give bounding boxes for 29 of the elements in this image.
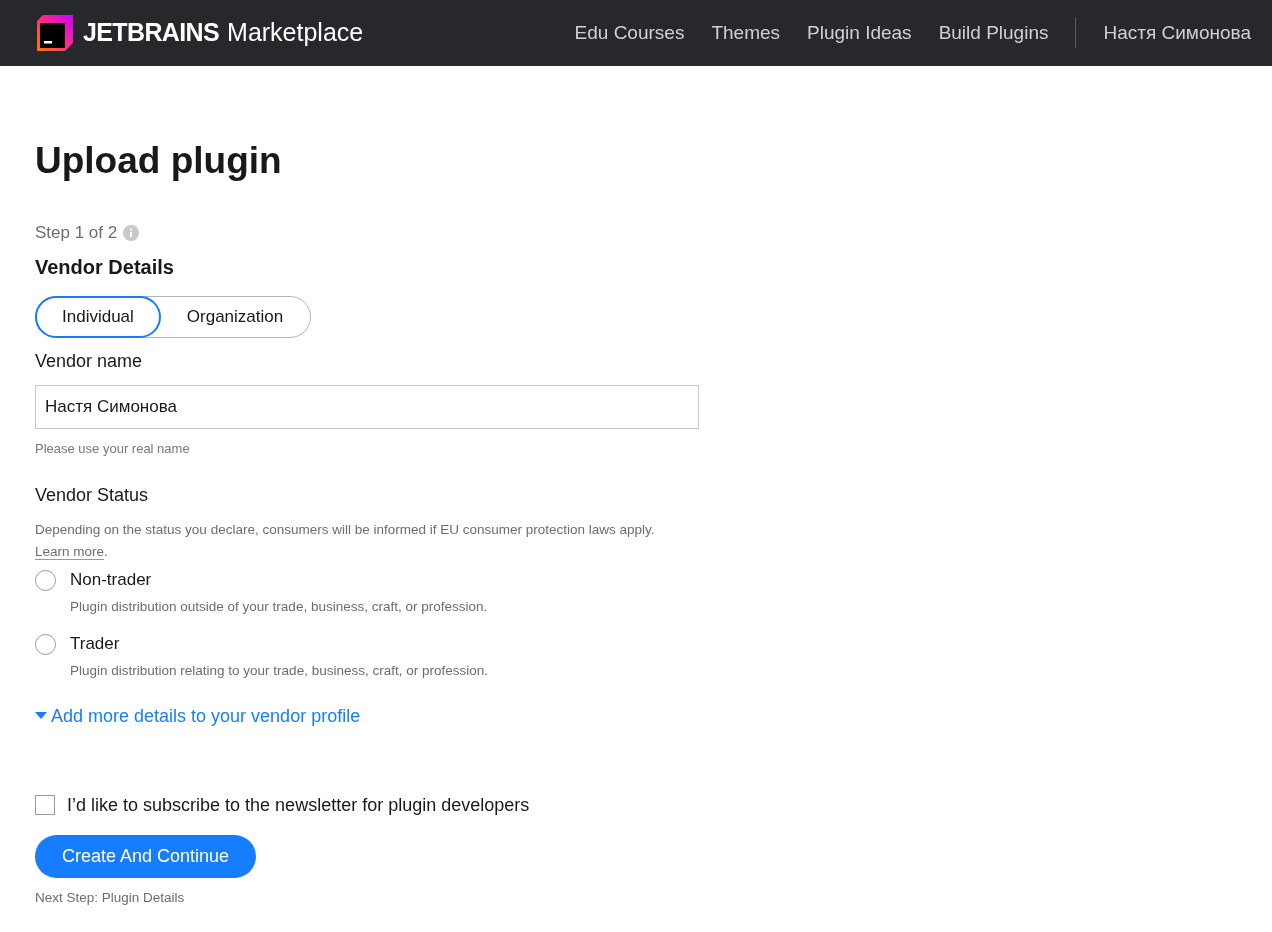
step-indicator: Step 1 of 2: [35, 222, 118, 245]
vendor-name-field[interactable]: Настя Симонова: [35, 384, 699, 429]
field-label: Vendor Status: [35, 484, 150, 508]
newsletter-checkbox[interactable]: [35, 795, 55, 816]
nav-link[interactable]: Themes: [711, 18, 781, 48]
radio-label: Trader: [70, 633, 121, 655]
vendor-status-description: Depending on the status you declare, consumers will be informed if EU consumer protection laws apply. Learn more.: [35, 521, 656, 563]
nav-link[interactable]: Edu Courses: [574, 18, 685, 48]
nav-link[interactable]: Build Plugins: [938, 18, 1049, 48]
user-menu-link[interactable]: Настя Симонова: [1103, 18, 1251, 48]
section-title: Vendor Details: [35, 254, 175, 280]
next-step-text: Next Step: Plugin Details: [35, 888, 186, 907]
radio-description: Plugin distribution outside of your trade, business, craft, or profession.: [70, 597, 488, 616]
vendor-type-tab[interactable]: Individual: [35, 295, 161, 338]
create-and-continue-button[interactable]: Create And Continue: [35, 834, 257, 878]
logo-text: Marketplace: [227, 17, 364, 49]
logo-text: JETBRAINS: [83, 17, 220, 49]
newsletter-label: I’d like to subscribe to the newsletter for plugin developers: [67, 793, 530, 817]
radio-description: Plugin distribution relating to your trade, business, craft, or profession.: [70, 661, 488, 680]
learn-more-link[interactable]: Learn more: [35, 544, 105, 561]
info-icon[interactable]: [123, 225, 140, 241]
nav-link[interactable]: Plugin Ideas: [807, 18, 912, 48]
add-details-link[interactable]: Add more details to your vendor profile: [35, 702, 361, 730]
field-label: Vendor name: [35, 349, 144, 373]
field-hint: Please use your real name: [35, 439, 191, 458]
logo-icon[interactable]: [35, 13, 75, 53]
page-title: Upload plugin: [35, 139, 283, 183]
vendor-type-tab[interactable]: Organization: [158, 295, 312, 338]
radio-label: Non-trader: [70, 569, 153, 592]
